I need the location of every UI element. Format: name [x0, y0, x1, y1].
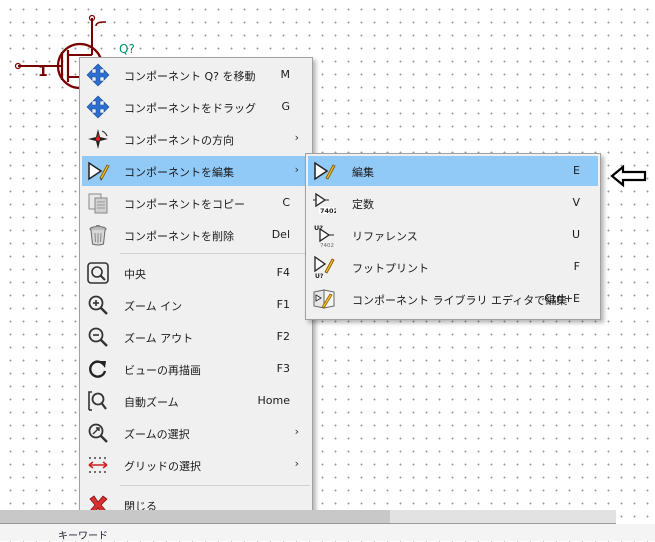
menu-item-shortcut: Home: [257, 394, 290, 407]
menu-item-label: コンポーネント Q? を移動: [124, 70, 256, 83]
menu-item-shortcut: F1: [276, 298, 290, 311]
menu-item-shortcut: F2: [276, 330, 290, 343]
context-menu: コンポーネント Q? を移動 M コンポーネントをドラッグ G コンポーネントの…: [79, 57, 313, 525]
menu-item-label: 自動ズーム: [124, 396, 179, 409]
menu-item-label: グリッドの選択: [124, 460, 201, 473]
menu-item-center[interactable]: 中央 F4: [82, 258, 310, 288]
menu-item-label: リファレンス: [352, 230, 418, 243]
value-icon: 7402: [313, 192, 336, 215]
menu-separator: [120, 253, 310, 254]
menu-item-shortcut: C: [282, 196, 290, 209]
drag-icon: [86, 95, 110, 119]
menu-item-shortcut: F4: [276, 266, 290, 279]
horizontal-scrollbar[interactable]: [0, 510, 390, 523]
menu-item-label: コンポーネントの方向: [124, 134, 234, 147]
menu-item-grid-select[interactable]: グリッドの選択 ›: [82, 450, 310, 480]
menu-item-copy[interactable]: コンポーネントをコピー C: [82, 188, 310, 218]
menu-item-zoom-auto[interactable]: 自動ズーム Home: [82, 386, 310, 416]
trash-icon: [89, 225, 107, 246]
menu-item-shortcut: Ctrl+E: [544, 292, 580, 305]
menu-item-label: 定数: [352, 198, 374, 211]
library-editor-icon: [313, 289, 335, 309]
redraw-icon: [89, 360, 107, 378]
move-icon: [86, 63, 110, 87]
menu-item-label: ズーム アウト: [124, 332, 194, 345]
svg-text:U?: U?: [315, 273, 324, 279]
menu-item-shortcut: U: [571, 228, 580, 241]
arrow-left-icon: [610, 164, 647, 188]
svg-text:7402: 7402: [320, 207, 336, 215]
chevron-right-icon: ›: [294, 131, 299, 144]
menu-item-label: コンポーネントをドラッグ: [124, 102, 256, 115]
menu-item-label: コンポーネントをコピー: [124, 198, 245, 211]
menu-item-drag[interactable]: コンポーネントをドラッグ G: [82, 92, 310, 122]
menu-item-label: フットプリント: [352, 262, 429, 275]
submenu-item-edit[interactable]: 編集 E: [308, 156, 598, 186]
footprint-icon: U?: [314, 255, 335, 279]
menu-item-label: 中央: [124, 268, 146, 281]
submenu-item-reference[interactable]: U? 7402 リファレンス U: [308, 220, 598, 250]
menu-item-shortcut: Del: [271, 228, 290, 241]
menu-item-label: コンポーネントを編集: [124, 166, 234, 179]
zoom-in-icon: [88, 295, 108, 315]
menu-item-zoom-in[interactable]: ズーム イン F1: [82, 290, 310, 320]
zoom-select-icon: [88, 423, 108, 443]
menu-item-label: コンポーネントを削除: [124, 230, 234, 243]
menu-item-zoom-out[interactable]: ズーム アウト F2: [82, 322, 310, 352]
menu-item-label: 編集: [352, 166, 374, 179]
menu-item-redraw[interactable]: ビューの再描画 F3: [82, 354, 310, 384]
component-reference: Q?: [119, 42, 135, 56]
menu-item-label: ズームの選択: [124, 428, 190, 441]
copy-icon: [88, 193, 108, 214]
menu-item-delete[interactable]: コンポーネントを削除 Del: [82, 220, 310, 250]
edit-component-icon: [88, 161, 110, 181]
menu-item-edit-component[interactable]: コンポーネントを編集 ›: [82, 156, 310, 186]
menu-item-shortcut: E: [573, 164, 580, 177]
menu-item-shortcut: V: [572, 196, 580, 209]
menu-item-shortcut: F3: [276, 362, 290, 375]
submenu-item-library-editor[interactable]: コンポーネント ライブラリ エディタで編集 Ctrl+E: [308, 284, 598, 314]
orientation-icon: [88, 129, 108, 149]
menu-item-label: ビューの再描画: [124, 364, 201, 377]
keyword-label: キーワード: [58, 531, 108, 542]
menu-item-shortcut: G: [281, 100, 290, 113]
menu-separator: [120, 485, 310, 486]
chevron-right-icon: ›: [294, 425, 299, 438]
chevron-right-icon: ›: [294, 457, 299, 470]
zoom-out-icon: [88, 327, 108, 347]
menu-item-label: コンポーネント ライブラリ エディタで編集: [352, 294, 568, 307]
zoom-center-icon: [87, 262, 109, 284]
edit-icon: [314, 161, 336, 181]
menu-item-zoom-select[interactable]: ズームの選択 ›: [82, 418, 310, 448]
menu-item-orientation[interactable]: コンポーネントの方向 ›: [82, 124, 310, 154]
menu-item-move[interactable]: コンポーネント Q? を移動 M: [82, 60, 310, 90]
edit-submenu: 編集 E 7402 定数 V U? 7402 リファレンス U U? フットプリ…: [305, 153, 601, 320]
menu-item-label: ズーム イン: [124, 300, 183, 313]
menu-item-shortcut: M: [280, 68, 291, 81]
chevron-right-icon: ›: [294, 163, 299, 176]
submenu-item-footprint[interactable]: U? フットプリント F: [308, 252, 598, 282]
pin-number: 1: [38, 64, 48, 80]
reference-icon: U? 7402: [314, 224, 334, 247]
menu-item-shortcut: F: [573, 260, 580, 273]
submenu-item-value[interactable]: 7402 定数 V: [308, 188, 598, 218]
grid-select-icon: [88, 457, 108, 473]
zoom-auto-icon: [88, 391, 107, 411]
svg-text:7402: 7402: [320, 243, 334, 247]
scrollbar-track[interactable]: [390, 510, 616, 523]
